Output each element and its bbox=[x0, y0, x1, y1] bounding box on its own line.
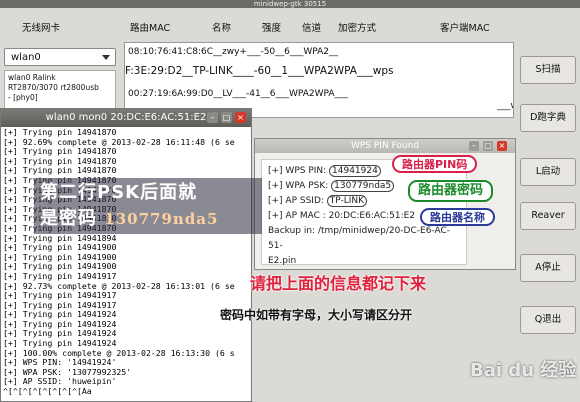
ap-list-row-selected[interactable]: F:3E:29:D2__TP-LINK____-60__1___WPA2WPA_… bbox=[125, 65, 513, 81]
ap-list-row-wps: ___wps bbox=[497, 101, 513, 111]
chevron-down-icon bbox=[102, 55, 110, 60]
minimize-icon[interactable]: – bbox=[207, 112, 218, 123]
col-encryption: 加密方式 bbox=[338, 23, 377, 34]
terminal-output: [+] Trying pin 14941870 [+] 92.69% comple… bbox=[3, 127, 235, 397]
record-info-note: 请把上面的信息都记下来 bbox=[250, 274, 427, 293]
wlan-select[interactable]: wlan0 bbox=[4, 48, 116, 66]
scan-button[interactable]: S扫描 bbox=[520, 56, 576, 84]
baidu-watermark: Bai du 经验 bbox=[470, 360, 577, 381]
col-client-mac: 客户端MAC bbox=[440, 23, 490, 34]
psk-note-line: 第二行PSK后面就 bbox=[40, 182, 198, 203]
col-router-mac: 路由MAC bbox=[130, 23, 171, 34]
wps-pin-found-dialog[interactable]: WPS PIN Found – □ × [+] WPS PIN: 1494192… bbox=[254, 138, 516, 270]
col-name: 名称 bbox=[212, 23, 232, 34]
wpa-psk-value: 130779nda5 bbox=[331, 180, 395, 192]
psk-note-text: 是密码 bbox=[40, 208, 105, 229]
ap-list[interactable]: 08:10:76:41:C8:6C__zwy+___-50__6___WPA2_… bbox=[124, 42, 514, 118]
col-strength: 强度 bbox=[262, 23, 282, 34]
wps-pin-label: [+] WPS PIN: bbox=[268, 166, 330, 176]
terminal-title: wlan0 mon0 20:DC:E6:AC:51:E2 bbox=[45, 112, 207, 123]
wlan-select-value: wlan0 bbox=[11, 52, 41, 63]
psk-note-code: 130779nda5 bbox=[104, 210, 219, 228]
ssid-callout: 路由器名称 bbox=[420, 208, 495, 226]
wlan-info-line: - [phy0] bbox=[8, 93, 38, 102]
wlan-info-line: RT2870/3070 rt2800usb bbox=[8, 83, 99, 92]
terminal-line: ^[^[^[^[^[^[^[^[Aa bbox=[3, 386, 92, 397]
ap-ssid-value: TP-LINK bbox=[326, 195, 368, 207]
close-icon[interactable]: × bbox=[497, 141, 507, 151]
col-channel: 信道 bbox=[302, 23, 322, 34]
ap-list-row[interactable]: 00:27:19:6A:99:D0__LV___-41__6___WPA2WPA… bbox=[128, 89, 348, 99]
ap-list-row[interactable]: 08:10:76:41:C8:6C__zwy+___-50__6___WPA2_… bbox=[128, 47, 338, 57]
psk-note-line: 是密码 130779nda5 bbox=[40, 206, 256, 232]
launch-button[interactable]: L启动 bbox=[520, 158, 576, 186]
psk-explanation-note: 第二行PSK后面就 是密码 130779nda5 bbox=[34, 178, 262, 234]
ap-ssid-label: [+] AP SSID: bbox=[268, 196, 327, 206]
reaver-button[interactable]: Reaver bbox=[520, 202, 576, 230]
backup-line: E2.pin bbox=[268, 256, 297, 266]
close-icon[interactable]: × bbox=[235, 112, 246, 123]
case-sensitive-note: 密码中如带有字母，大小写请区分开 bbox=[220, 308, 413, 322]
wlan-info-line: wlan0 Ralink bbox=[8, 73, 56, 82]
col-wireless-card: 无线网卡 bbox=[22, 23, 61, 34]
stop-button[interactable]: A停止 bbox=[520, 254, 576, 282]
backup-line: Backup in: /tmp/minidwep/20-DC-E6-AC-51- bbox=[268, 226, 451, 251]
terminal-window[interactable]: wlan0 mon0 20:DC:E6:AC:51:E2 – □ × [+] T… bbox=[0, 108, 252, 402]
dictionary-button[interactable]: D跑字典 bbox=[520, 104, 576, 132]
dialog-title: WPS PIN Found bbox=[350, 141, 420, 151]
wps-pin-value: 14941924 bbox=[329, 165, 381, 177]
pin-callout: 路由器PIN码 bbox=[392, 155, 478, 173]
quit-button[interactable]: Q退出 bbox=[520, 306, 576, 334]
wpa-psk-label: [+] WPA PSK: bbox=[268, 181, 332, 191]
psk-callout: 路由器密码 bbox=[408, 180, 494, 202]
main-window-title: minidwep-gtk 30515 bbox=[0, 0, 580, 8]
minimize-icon[interactable]: – bbox=[469, 141, 479, 151]
maximize-icon[interactable]: □ bbox=[221, 112, 232, 123]
maximize-icon[interactable]: □ bbox=[483, 141, 493, 151]
